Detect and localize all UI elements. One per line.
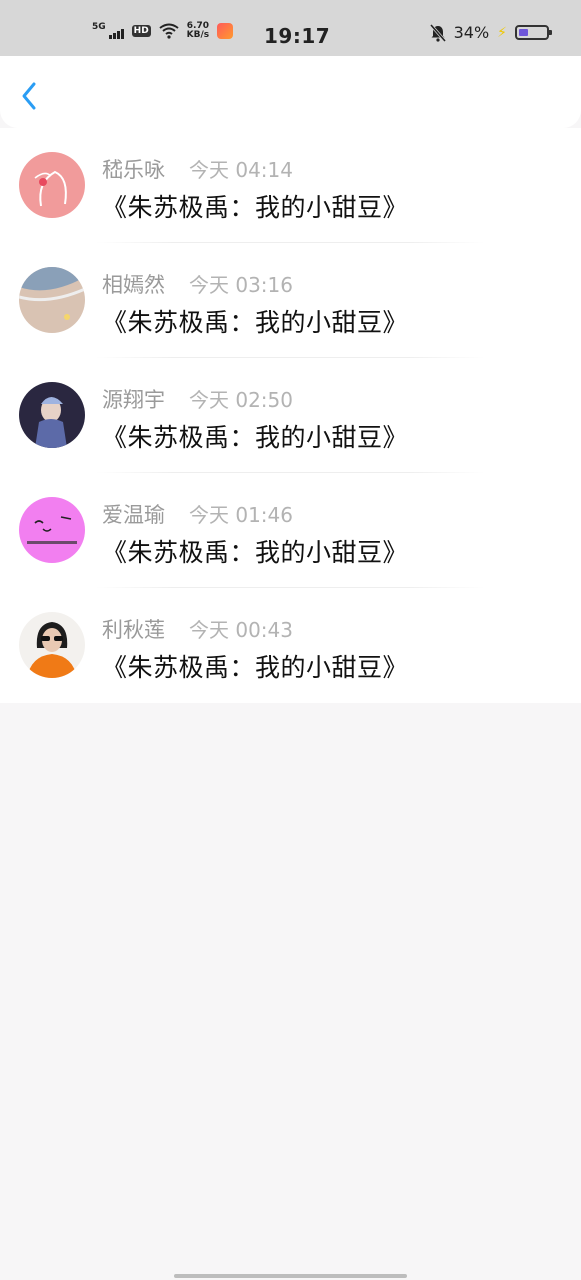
avatar[interactable] bbox=[19, 382, 85, 448]
sender-name: 相嫣然 bbox=[102, 273, 165, 297]
wifi-icon bbox=[159, 23, 179, 39]
message-time: 今天 01:46 bbox=[189, 503, 293, 527]
app-notification-icon bbox=[217, 23, 234, 39]
sender-name: 嵇乐咏 bbox=[102, 158, 165, 182]
message-time: 今天 00:43 bbox=[189, 618, 293, 642]
message-text: 《朱苏极禹：我的小甜豆》 bbox=[102, 308, 409, 337]
sender-name: 利秋莲 bbox=[102, 618, 165, 642]
hd-badge: HD bbox=[131, 25, 151, 37]
battery-percent: 34% bbox=[453, 23, 490, 42]
avatar[interactable] bbox=[19, 612, 85, 678]
list-item[interactable]: 源翔宇 今天 02:50 《朱苏极禹：我的小甜豆》 bbox=[0, 358, 581, 473]
top-nav-bar bbox=[0, 56, 581, 128]
message-text: 《朱苏极禹：我的小甜豆》 bbox=[102, 193, 409, 222]
message-text: 《朱苏极禹：我的小甜豆》 bbox=[102, 653, 409, 682]
mute-bell-icon bbox=[429, 23, 446, 42]
charging-icon: ⚡ bbox=[497, 24, 507, 41]
message-text: 《朱苏极禹：我的小甜豆》 bbox=[102, 423, 409, 452]
status-right-icons: 34% ⚡ bbox=[429, 23, 552, 42]
network-speed: 6.70 KB/s bbox=[187, 22, 209, 40]
back-button[interactable] bbox=[18, 80, 42, 112]
list-item[interactable]: 爱温瑜 今天 01:46 《朱苏极禹：我的小甜豆》 bbox=[0, 473, 581, 588]
battery-level-fill bbox=[519, 29, 528, 36]
status-clock: 19:17 bbox=[264, 24, 331, 48]
message-time: 今天 03:16 bbox=[189, 273, 293, 297]
avatar[interactable] bbox=[19, 267, 85, 333]
status-bar: 5G HD 6.70 KB/s 19:17 34% ⚡ bbox=[0, 0, 581, 56]
list-item[interactable]: 嵇乐咏 今天 04:14 《朱苏极禹：我的小甜豆》 bbox=[0, 128, 581, 243]
cellular-signal-icon: 5G bbox=[92, 23, 124, 39]
avatar[interactable] bbox=[19, 152, 85, 218]
status-left-icons: 5G HD 6.70 KB/s bbox=[92, 22, 234, 40]
chevron-left-icon bbox=[22, 82, 36, 110]
message-time: 今天 02:50 bbox=[189, 388, 293, 412]
sender-name: 爱温瑜 bbox=[102, 503, 165, 527]
network-speed-unit: KB/s bbox=[186, 30, 210, 40]
network-type-label: 5G bbox=[92, 22, 106, 32]
home-indicator[interactable] bbox=[174, 1274, 407, 1278]
list-item[interactable]: 利秋莲 今天 00:43 《朱苏极禹：我的小甜豆》 bbox=[0, 588, 581, 703]
message-time: 今天 04:14 bbox=[189, 158, 293, 182]
battery-icon bbox=[515, 25, 552, 40]
message-text: 《朱苏极禹：我的小甜豆》 bbox=[102, 538, 409, 567]
message-list: 嵇乐咏 今天 04:14 《朱苏极禹：我的小甜豆》 相嫣然 今天 03:16 《… bbox=[0, 128, 581, 703]
list-item[interactable]: 相嫣然 今天 03:16 《朱苏极禹：我的小甜豆》 bbox=[0, 243, 581, 358]
sender-name: 源翔宇 bbox=[102, 388, 165, 412]
avatar[interactable] bbox=[19, 497, 85, 563]
